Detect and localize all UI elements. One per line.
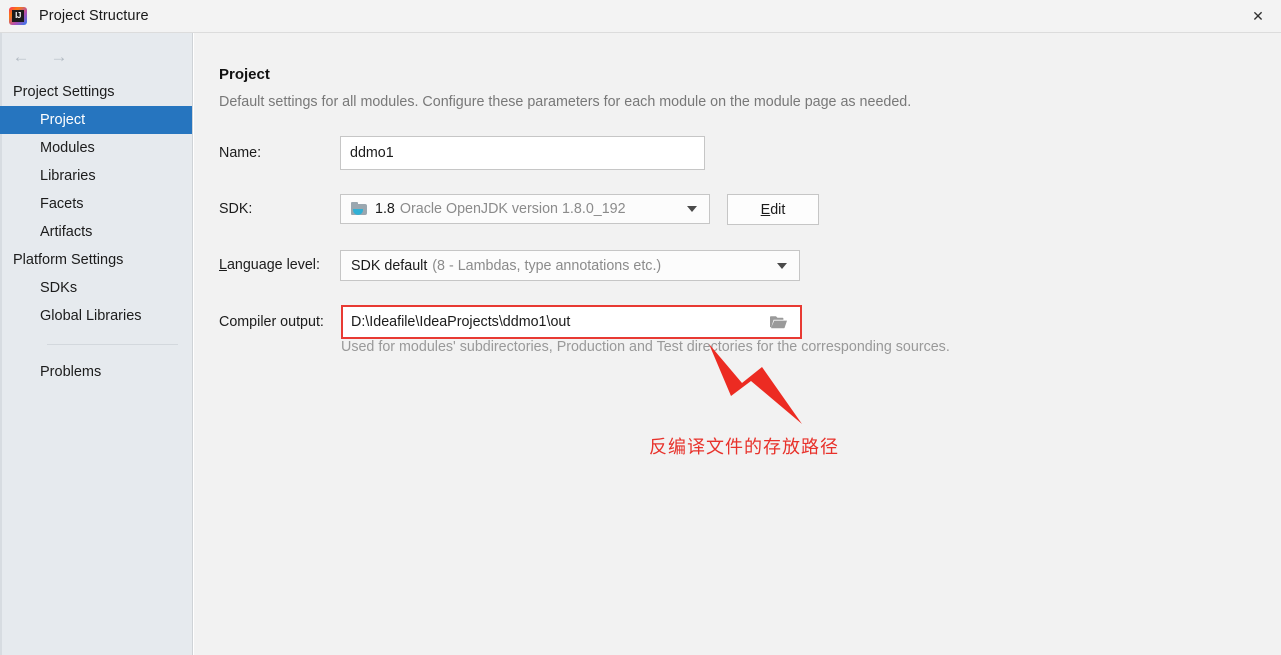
sidebar-divider [47,344,178,345]
language-level-description: (8 - Lambdas, type annotations etc.) [432,257,662,274]
close-icon[interactable]: ✕ [1235,0,1281,32]
language-level-label-mnemonic: L [219,257,227,273]
sidebar-item-facets[interactable]: Facets [0,190,192,218]
title-bar: IJ Project Structure ✕ [0,0,1281,33]
settings-sidebar: ← → Project Settings Project Modules Lib… [0,33,193,655]
back-arrow-icon[interactable]: ← [10,45,32,67]
language-level-combobox[interactable]: SDK default (8 - Lambdas, type annotatio… [340,250,800,281]
sdk-label: SDK: [219,201,253,217]
language-level-label: Language level: [219,257,320,273]
navigation-toolbar: ← → [10,43,180,69]
sidebar-group-project-settings: Project Settings [13,84,115,100]
chevron-down-icon [777,262,787,269]
sidebar-item-project[interactable]: Project [0,106,192,134]
settings-tree: Project Settings Project Modules Librari… [0,78,192,386]
sdk-edit-button[interactable]: Edit [727,194,819,225]
compiler-output-hint: Used for modules' subdirectories, Produc… [341,339,950,355]
project-settings-panel: Project Default settings for all modules… [194,33,1281,655]
project-name-input[interactable]: ddmo1 [340,136,705,170]
page-subtitle: Default settings for all modules. Config… [219,94,912,110]
window-title: Project Structure [39,8,149,24]
forward-arrow-icon[interactable]: → [48,45,70,67]
sdk-version-strong: 1.8 [375,201,395,217]
edit-button-rest: dit [770,201,786,218]
sidebar-item-global-libraries[interactable]: Global Libraries [0,302,192,330]
sdk-version-description: Oracle OpenJDK version 1.8.0_192 [399,201,626,217]
sidebar-item-libraries[interactable]: Libraries [0,162,192,190]
language-level-label-rest: anguage level: [226,257,320,273]
dialog-body: ← → Project Settings Project Modules Lib… [0,33,1281,655]
language-level-value: SDK default [351,257,428,274]
name-label: Name: [219,145,262,161]
chevron-down-icon [687,206,697,212]
sidebar-item-artifacts[interactable]: Artifacts [0,218,192,246]
compiler-output-label: Compiler output: [219,314,324,330]
edit-button-mnemonic: E [760,201,771,218]
sidebar-group-platform-settings: Platform Settings [13,252,124,268]
sdk-combobox[interactable]: 1.8 Oracle OpenJDK version 1.8.0_192 [340,194,710,224]
open-folder-icon[interactable] [769,315,788,330]
jdk-folder-icon [351,202,368,216]
sidebar-item-modules[interactable]: Modules [0,134,192,162]
sidebar-item-sdks[interactable]: SDKs [0,274,192,302]
app-icon-letters: IJ [15,11,21,20]
compiler-output-input[interactable]: D:\Ideafile\IdeaProjects\ddmo1\out [341,305,802,339]
page-title: Project [219,66,270,83]
sidebar-item-problems[interactable]: Problems [0,358,192,386]
compiler-output-value: D:\Ideafile\IdeaProjects\ddmo1\out [351,314,571,330]
intellij-idea-icon: IJ [9,7,27,25]
project-structure-dialog: IJ Project Structure ✕ ← → Project Setti… [0,0,1281,655]
